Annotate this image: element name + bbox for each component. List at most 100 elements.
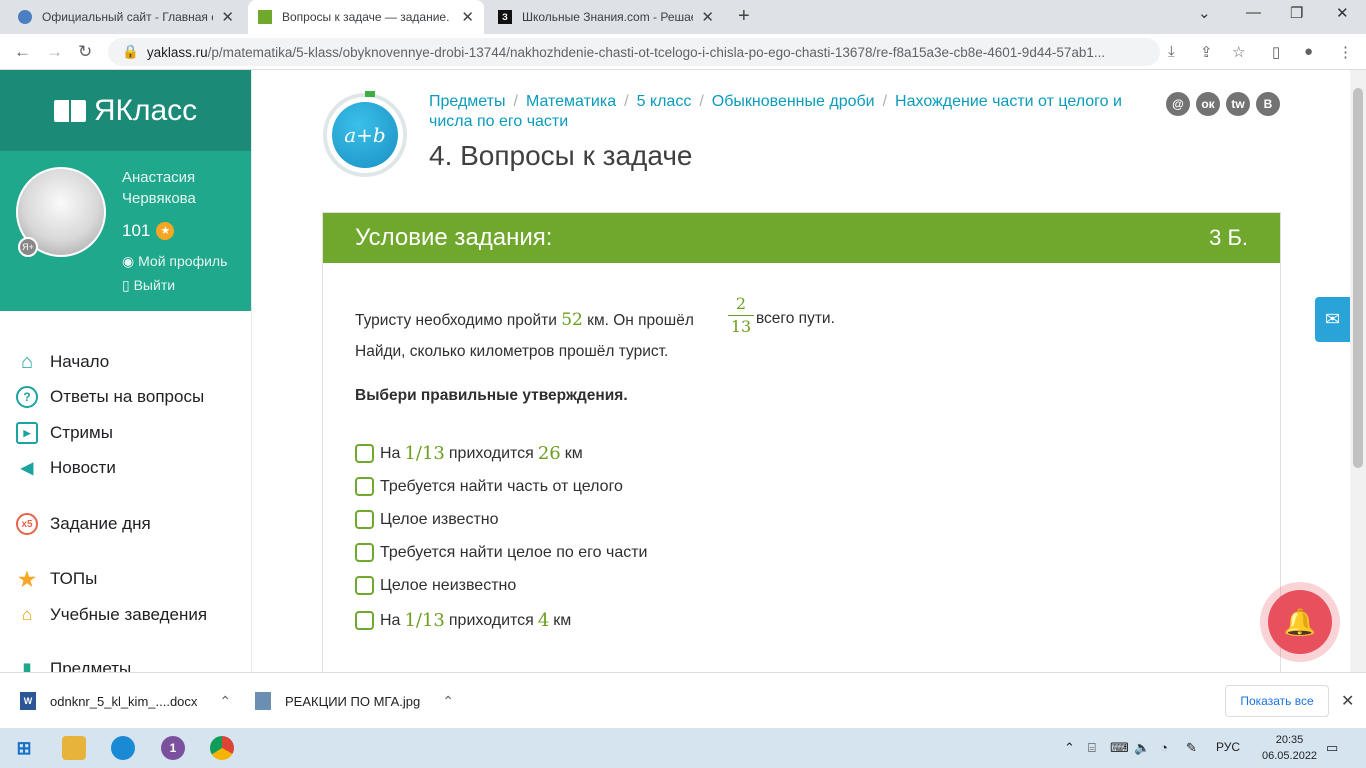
option-math: 26 — [537, 443, 561, 464]
notification-center-icon[interactable]: ▭ — [1326, 740, 1338, 756]
download-item-docx[interactable]: W odnknr_5_kl_kim_....docx ⌃ — [20, 673, 231, 729]
sidebar-item-answers[interactable]: ? Ответы на вопросы — [16, 386, 204, 408]
option-checkbox[interactable] — [355, 444, 374, 463]
bookmark-star-icon[interactable]: ☆ — [1232, 43, 1245, 61]
sidebar-item-news[interactable]: ◀ Новости — [16, 457, 116, 479]
tab-search-icon[interactable]: ⌄ — [1198, 4, 1211, 22]
option-checkbox[interactable] — [355, 543, 374, 562]
chevron-up-icon[interactable]: ⌃ — [442, 693, 454, 710]
option-checkbox[interactable] — [355, 611, 374, 630]
star-icon: ★ — [156, 222, 175, 240]
fraction-numerator: 2 — [735, 294, 747, 313]
lock-icon: 🔒 — [122, 44, 139, 59]
tab-yaklass[interactable]: Вопросы к задаче — задание. М ✕ — [248, 0, 484, 34]
reload-icon[interactable]: ↻ — [78, 42, 92, 62]
my-profile-link[interactable]: ◉ Мой профиль — [122, 253, 227, 270]
share-icon[interactable]: ⇪ — [1200, 43, 1213, 61]
user-icon: ◉ — [122, 253, 139, 269]
points: 101 ★ — [122, 221, 175, 241]
edge-icon[interactable] — [111, 736, 135, 760]
back-icon[interactable]: ← — [14, 42, 31, 62]
breadcrumb: Предметы / Математика / 5 класс / Обыкновенные… — [429, 92, 1129, 132]
close-tab-icon[interactable]: ✕ — [221, 8, 234, 26]
profile-icon[interactable]: ● — [1304, 43, 1313, 60]
notifications-bell-button[interactable]: 🔔 — [1268, 590, 1332, 654]
tray-language[interactable]: РУС — [1216, 740, 1240, 754]
option-text: Требуется найти целое по его части — [380, 543, 648, 561]
tray-pen-icon[interactable]: ✎ — [1186, 740, 1197, 756]
twitter-icon[interactable]: tw — [1226, 92, 1250, 116]
building-icon: ⌂ — [21, 605, 33, 624]
breadcrumb-item[interactable]: Математика — [526, 93, 616, 110]
option-text: На — [380, 611, 401, 629]
show-all-downloads-button[interactable]: Показать все — [1225, 685, 1329, 717]
task-text: км. Он прошёл — [587, 312, 694, 329]
option-3[interactable]: Целое известно — [355, 510, 499, 529]
book-icon — [53, 99, 86, 122]
option-checkbox[interactable] — [355, 510, 374, 529]
chevron-up-icon[interactable]: ⌃ — [219, 693, 231, 710]
sidebar-item-institutions[interactable]: ⌂ Учебные заведения — [16, 604, 207, 626]
vk-icon[interactable]: В — [1256, 92, 1280, 116]
new-tab-button[interactable]: + — [738, 5, 750, 28]
task-instruction: Выбери правильные утверждения. — [355, 387, 628, 404]
tab-official-site[interactable]: Официальный сайт - Главная ст ✕ — [8, 0, 244, 34]
scrollbar-thumb[interactable] — [1353, 88, 1363, 468]
sidebar-item-subjects[interactable]: ▮ Предметы — [16, 658, 132, 672]
option-6[interactable]: На 1/13 приходится 4 км — [355, 610, 571, 631]
windows-start-icon[interactable]: ⊞ — [12, 736, 36, 760]
breadcrumb-item[interactable]: Обыкновенные дроби — [712, 93, 875, 110]
url-input[interactable]: 🔒 yaklass.ru /p/matematika/5-klass/obykn… — [108, 38, 1160, 66]
browser-menu-icon[interactable]: ⋮ — [1338, 43, 1353, 61]
odnoklassniki-icon[interactable]: ок — [1196, 92, 1220, 116]
page-scrollbar[interactable] — [1350, 70, 1366, 672]
sidebar-item-home[interactable]: ⌂ Начало — [16, 351, 109, 373]
tray-chevron-up-icon[interactable]: ⌃ — [1064, 740, 1075, 756]
file-explorer-icon[interactable] — [62, 736, 86, 760]
user-name[interactable]: Анастасия Червякова — [122, 167, 232, 209]
minimize-button[interactable]: — — [1246, 4, 1261, 21]
option-checkbox[interactable] — [355, 477, 374, 496]
tray-keyboard-icon[interactable]: ⌨ — [1110, 740, 1129, 756]
option-checkbox[interactable] — [355, 576, 374, 595]
tray-clock[interactable]: 20:35 06.05.2022 — [1262, 732, 1317, 764]
clock-time: 20:35 — [1275, 734, 1304, 746]
clock-date: 06.05.2022 — [1262, 750, 1318, 762]
close-window-button[interactable]: ✕ — [1336, 4, 1349, 22]
viber-icon[interactable]: 1 — [161, 736, 185, 760]
logout-link[interactable]: ▯ Выйти — [122, 277, 175, 294]
close-downloads-icon[interactable]: ✕ — [1341, 691, 1354, 711]
option-2[interactable]: Требуется найти часть от целого — [355, 477, 623, 496]
install-icon[interactable]: ⤓ — [1168, 43, 1175, 60]
download-item-jpg[interactable]: РЕАКЦИИ ПО МГА.jpg ⌃ — [255, 673, 454, 729]
tray-device-icon[interactable]: ⌸ — [1088, 740, 1096, 756]
sidebar-item-task-of-day[interactable]: x5 Задание дня — [16, 513, 151, 535]
option-4[interactable]: Требуется найти целое по его части — [355, 543, 647, 562]
page-title: 4. Вопросы к задаче — [429, 140, 693, 171]
sidebar-item-tops[interactable]: ★ ТОПы — [16, 568, 97, 591]
mail-ru-icon[interactable]: @ — [1166, 92, 1190, 116]
close-tab-icon[interactable]: ✕ — [461, 8, 474, 26]
url-path: /p/matematika/5-klass/obyknovennye-drobi… — [207, 44, 1106, 60]
home-icon: ⌂ — [20, 350, 34, 373]
forward-icon[interactable]: → — [46, 42, 63, 62]
tray-volume-icon[interactable]: 🔈 — [1134, 740, 1150, 756]
tray-network-icon[interactable]: ◔ — [1160, 740, 1168, 755]
side-panel-icon[interactable]: ▯ — [1272, 43, 1280, 61]
close-tab-icon[interactable]: ✕ — [701, 8, 714, 26]
option-text: На — [380, 444, 401, 462]
breadcrumb-item[interactable]: Предметы — [429, 93, 505, 110]
topic-logo-text: a+b — [332, 102, 398, 168]
tab-title: Школьные Знания.com - Решае — [522, 10, 694, 24]
tab-znanija[interactable]: З Школьные Знания.com - Решае ✕ — [488, 0, 724, 34]
option-text: Требуется найти часть от целого — [380, 477, 623, 495]
maximize-button[interactable]: ❐ — [1290, 4, 1303, 22]
option-1[interactable]: На 1/13 приходится 26 км — [355, 443, 583, 464]
chrome-icon[interactable] — [210, 736, 234, 760]
sidebar-item-streams[interactable]: ▶ Стримы — [16, 422, 113, 444]
yaklass-logo[interactable]: ЯКласс — [0, 70, 251, 151]
feedback-mail-button[interactable]: ✉ — [1315, 297, 1350, 342]
option-5[interactable]: Целое неизвестно — [355, 576, 516, 595]
url-domain: yaklass.ru — [146, 44, 208, 60]
breadcrumb-item[interactable]: 5 класс — [637, 93, 692, 110]
